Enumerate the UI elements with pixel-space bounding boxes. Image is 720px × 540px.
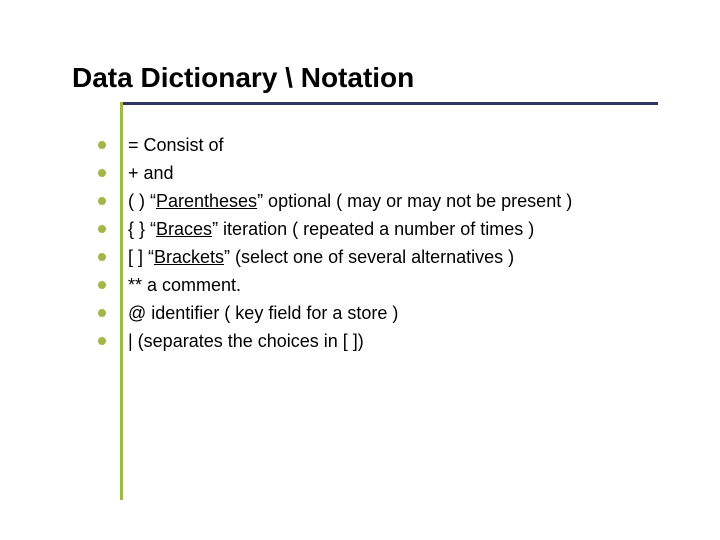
item-text: ** a comment. [128, 275, 241, 295]
horizontal-rule [120, 102, 658, 105]
item-text: @ identifier ( key field for a store ) [128, 303, 398, 323]
bullet-icon [98, 337, 106, 345]
bullet-icon [98, 281, 106, 289]
item-text: [ ] “Brackets” (select one of several al… [128, 247, 514, 267]
list-item: [ ] “Brackets” (select one of several al… [98, 244, 672, 271]
item-text: ( ) “Parentheses” optional ( may or may … [128, 191, 572, 211]
bullet-icon [98, 253, 106, 261]
list-item: ( ) “Parentheses” optional ( may or may … [98, 188, 672, 215]
item-text: { } “Braces” iteration ( repeated a numb… [128, 219, 534, 239]
bullet-icon [98, 141, 106, 149]
bullet-icon [98, 225, 106, 233]
list-item: @ identifier ( key field for a store ) [98, 300, 672, 327]
bullet-icon [98, 309, 106, 317]
bullet-icon [98, 169, 106, 177]
list-item: = Consist of [98, 132, 672, 159]
list-item: + and [98, 160, 672, 187]
list-item: | (separates the choices in [ ]) [98, 328, 672, 355]
slide-title: Data Dictionary \ Notation [72, 60, 672, 96]
item-text: = Consist of [128, 135, 224, 155]
list-item: ** a comment. [98, 272, 672, 299]
bullet-list: = Consist of + and ( ) “Parentheses” opt… [98, 132, 672, 355]
list-item: { } “Braces” iteration ( repeated a numb… [98, 216, 672, 243]
item-text: | (separates the choices in [ ]) [128, 331, 364, 351]
item-text: + and [128, 163, 174, 183]
bullet-icon [98, 197, 106, 205]
